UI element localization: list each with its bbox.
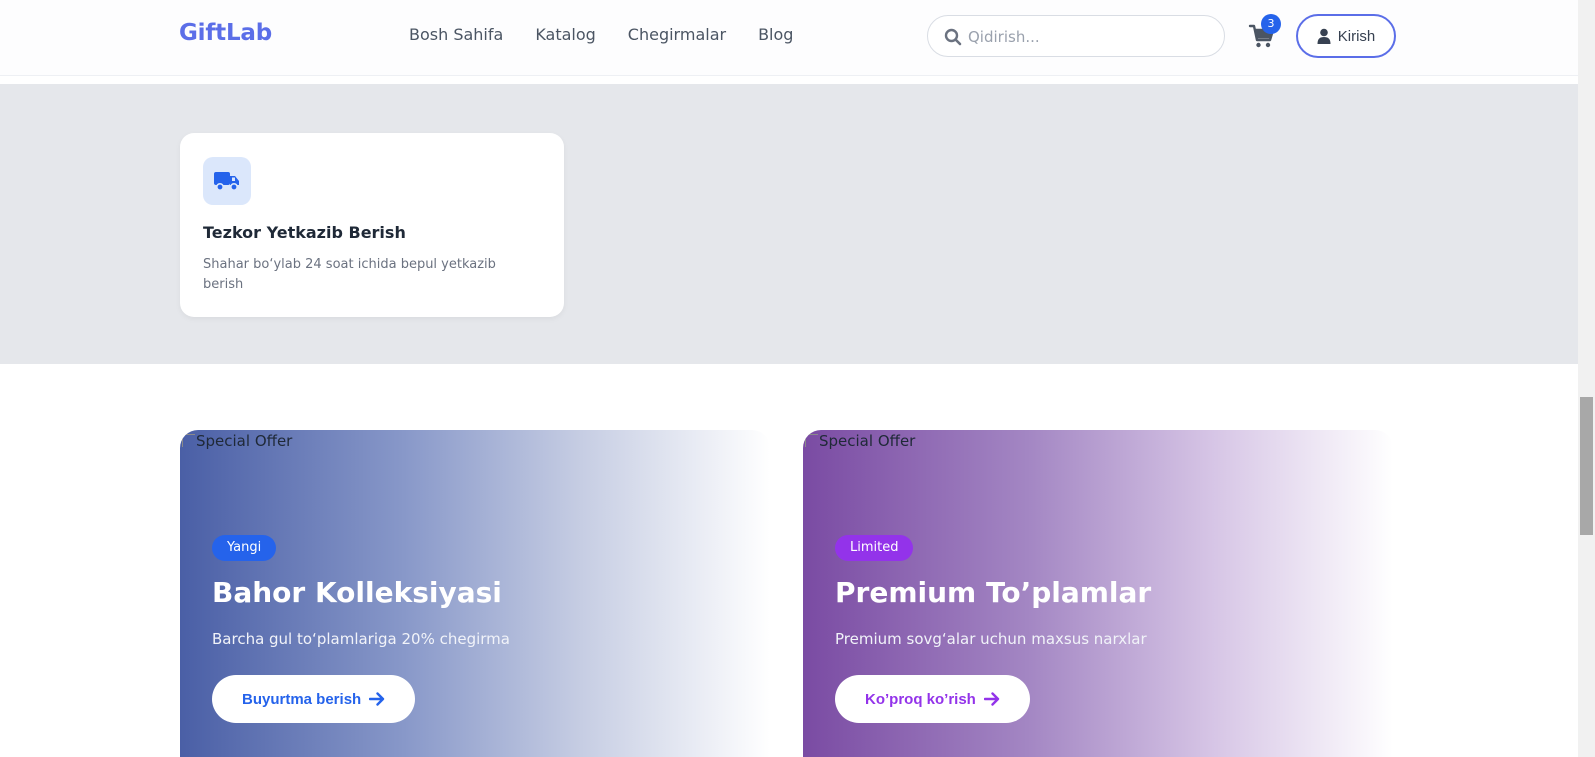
nav-link-blog[interactable]: Blog	[758, 25, 793, 44]
nav-link-home[interactable]: Bosh Sahifa	[409, 25, 503, 44]
promo-subtitle: Barcha gul to‘plamlariga 20% chegirma	[212, 630, 510, 648]
promo-image: Special Offer	[803, 430, 915, 450]
arrow-right-icon	[369, 692, 385, 706]
broken-image-icon	[805, 434, 818, 447]
nav-link-discounts[interactable]: Chegirmalar	[628, 25, 726, 44]
nav-link-catalog[interactable]: Katalog	[535, 25, 595, 44]
truck-icon	[214, 172, 239, 192]
order-button[interactable]: Buyurtma berish	[212, 675, 416, 723]
promo-tag: Limited	[835, 535, 914, 561]
order-button-label: Buyurtma berish	[242, 690, 362, 708]
search-box	[927, 15, 1225, 57]
feature-title: Tezkor Yetkazib Berish	[203, 223, 406, 242]
arrow-right-icon	[983, 692, 1000, 706]
promo-image-alt: Special Offer	[819, 432, 916, 450]
search-icon	[944, 28, 962, 46]
promo-title: Premium To’plamlar	[835, 576, 1152, 609]
user-icon	[1317, 28, 1331, 44]
scrollbar-thumb[interactable]	[1580, 397, 1593, 535]
promo-card-premium: Special Offer Limited Premium To’plamlar…	[803, 430, 1393, 757]
main-nav: Bosh Sahifa Katalog Chegirmalar Blog	[409, 25, 793, 44]
login-button[interactable]: Kirish	[1296, 14, 1396, 58]
promo-title: Bahor Kolleksiyasi	[212, 576, 502, 609]
page-scrollbar[interactable]	[1578, 0, 1595, 757]
promo-subtitle: Premium sovg‘alar uchun maxsus narxlar	[835, 630, 1147, 648]
promo-image: Special Offer	[180, 430, 292, 450]
feature-description: Shahar bo‘ylab 24 soat ichida bepul yetk…	[203, 257, 496, 292]
promo-card-spring: Special Offer Yangi Bahor Kolleksiyasi B…	[180, 430, 770, 757]
see-more-button-label: Ko’proq ko’rish	[865, 690, 976, 708]
login-label: Kirish	[1337, 27, 1376, 45]
feature-icon-box	[203, 157, 251, 205]
see-more-button[interactable]: Ko’proq ko’rish	[835, 675, 1030, 723]
feature-card-delivery: Tezkor Yetkazib Berish Shahar bo‘ylab 24…	[180, 133, 564, 317]
brand-logo[interactable]: GiftLab	[179, 20, 272, 46]
promo-tag: Yangi	[212, 535, 277, 561]
search-input[interactable]	[968, 26, 1208, 48]
promo-image-alt: Special Offer	[196, 432, 293, 450]
broken-image-icon	[182, 434, 195, 447]
top-header: GiftLab Bosh Sahifa Katalog Chegirmalar …	[0, 0, 1578, 76]
cart-count-badge: 3	[1261, 14, 1281, 34]
